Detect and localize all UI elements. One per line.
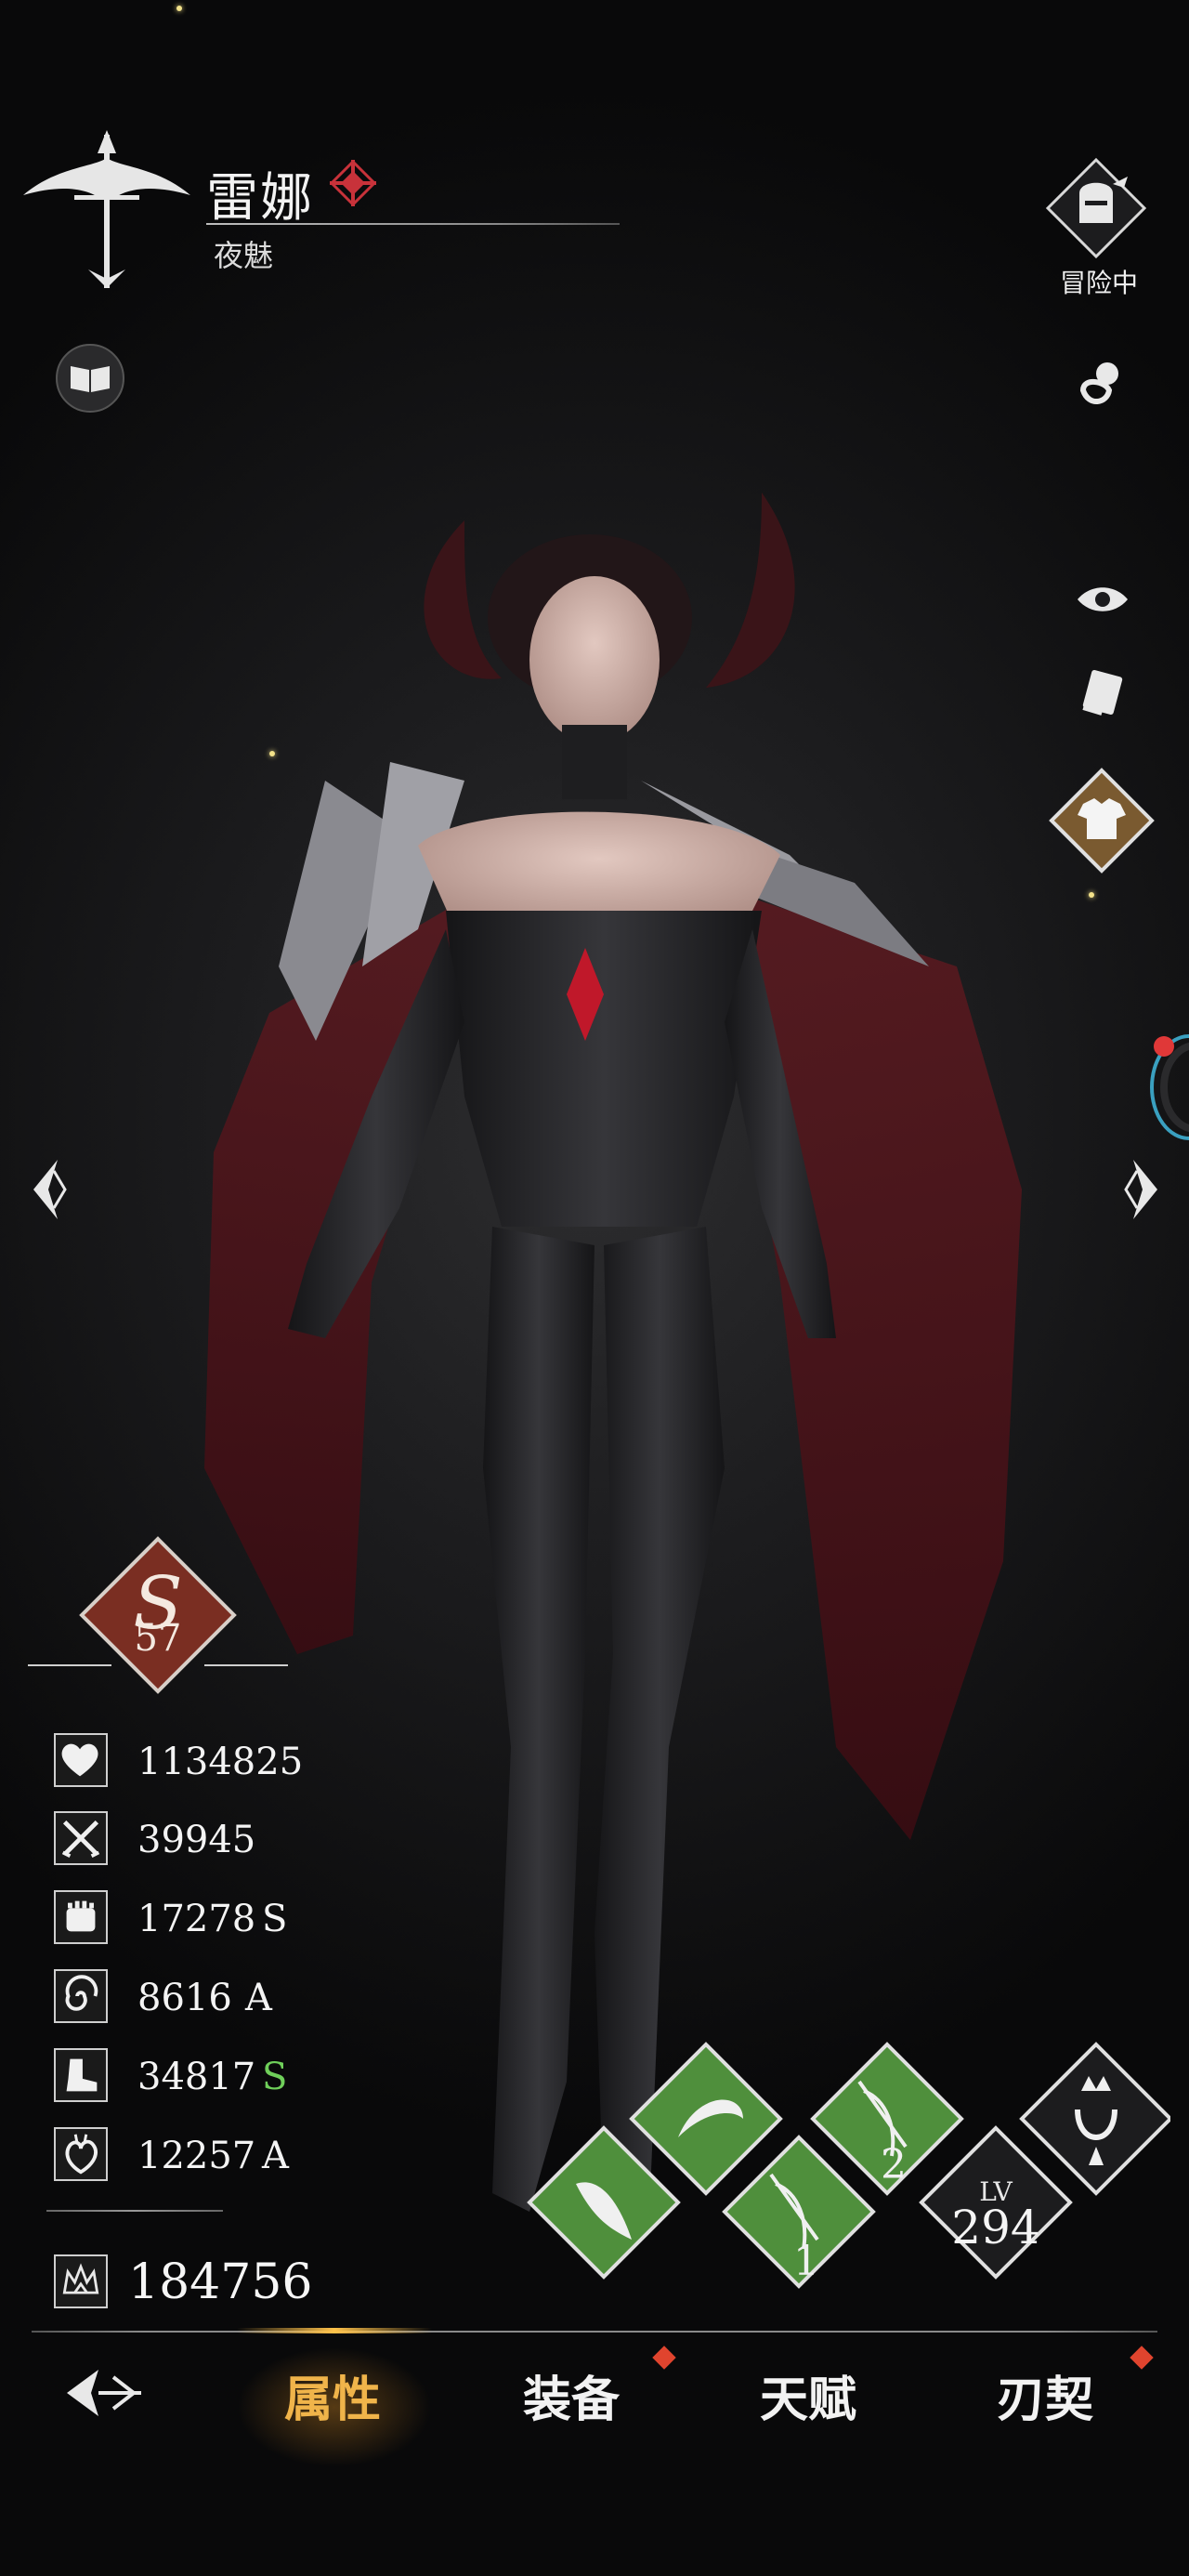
tab-talent[interactable]: 天赋 <box>725 2360 892 2430</box>
character-title: 夜魅 <box>214 238 274 273</box>
notification-dot <box>1154 1036 1174 1057</box>
stat-row: 8616 A <box>54 1969 388 2025</box>
equipment-badge <box>652 2346 676 2370</box>
view-toggle-button[interactable] <box>1070 567 1135 632</box>
skill-cluster <box>527 2042 1170 2289</box>
skill-number: 1 <box>793 2238 819 2285</box>
stat-grade: S <box>262 2056 288 2098</box>
level-value: 294 <box>951 2201 1040 2254</box>
card-stack-icon <box>1082 669 1123 716</box>
stat-value: 17278 <box>137 1898 256 1940</box>
tab-attributes[interactable]: 属性 <box>249 2360 416 2430</box>
outfit-button[interactable] <box>1048 767 1156 874</box>
active-tab-indicator <box>237 2328 432 2333</box>
heart-organ-icon <box>54 2127 108 2181</box>
skill-slot-burst[interactable] <box>629 2042 783 2196</box>
stat-grade: A <box>262 2135 289 2177</box>
crown-icon <box>54 2254 108 2308</box>
tab-equipment[interactable]: 装备 <box>488 2360 655 2430</box>
codex-button[interactable] <box>56 344 124 413</box>
stat-value: 1134825 <box>137 1741 304 1783</box>
name-divider <box>206 223 620 225</box>
stats-divider <box>46 2210 223 2212</box>
status-label: 冒险中 <box>1059 268 1138 298</box>
stat-row: 12257 A <box>54 2127 388 2183</box>
crossed-swords-icon <box>54 1811 108 1865</box>
back-button[interactable] <box>58 2360 150 2425</box>
previous-character-arrow-icon[interactable] <box>20 1152 76 1227</box>
bond-badge <box>1130 2346 1154 2370</box>
fist-icon <box>54 1890 108 1944</box>
stat-grade: S <box>262 1898 288 1940</box>
back-arrow-icon <box>67 2370 141 2416</box>
combat-power-value: 184756 <box>128 2254 313 2310</box>
pacifier-icon <box>1079 362 1118 404</box>
element-gem-icon <box>330 160 376 206</box>
boot-icon <box>54 2048 108 2102</box>
book-icon <box>71 366 110 392</box>
rank-level: 57 <box>134 1617 182 1660</box>
next-character-arrow-icon[interactable] <box>1115 1152 1170 1227</box>
vortex-icon <box>54 1969 108 2023</box>
nav-divider <box>32 2331 1157 2333</box>
bow-class-icon <box>23 130 190 288</box>
spark <box>1089 892 1094 898</box>
skill-number: 2 <box>881 2141 907 2188</box>
spark <box>176 6 182 11</box>
stat-value: 8616 <box>137 1977 232 2019</box>
stat-value: 34817 <box>137 2056 256 2098</box>
stat-row: 17278 S <box>54 1890 388 1946</box>
heart-icon <box>54 1733 108 1787</box>
card-button[interactable] <box>1070 660 1135 725</box>
stat-value: 12257 <box>137 2135 256 2177</box>
eye-icon <box>1078 587 1128 611</box>
tab-bond[interactable]: 刃契 <box>961 2360 1129 2430</box>
stat-value: 39945 <box>137 1819 256 1861</box>
stat-row: 39945 <box>54 1811 388 1867</box>
stat-row: 1134825 <box>54 1733 388 1789</box>
character-name: 雷娜 <box>206 168 314 229</box>
skill-slot-passive[interactable] <box>527 2125 681 2280</box>
stat-grade: A <box>245 1977 272 2019</box>
skill-slot-ultimate[interactable] <box>1019 2042 1170 2196</box>
pet-button[interactable] <box>1070 353 1135 418</box>
stat-row: 34817 S <box>54 2048 388 2104</box>
